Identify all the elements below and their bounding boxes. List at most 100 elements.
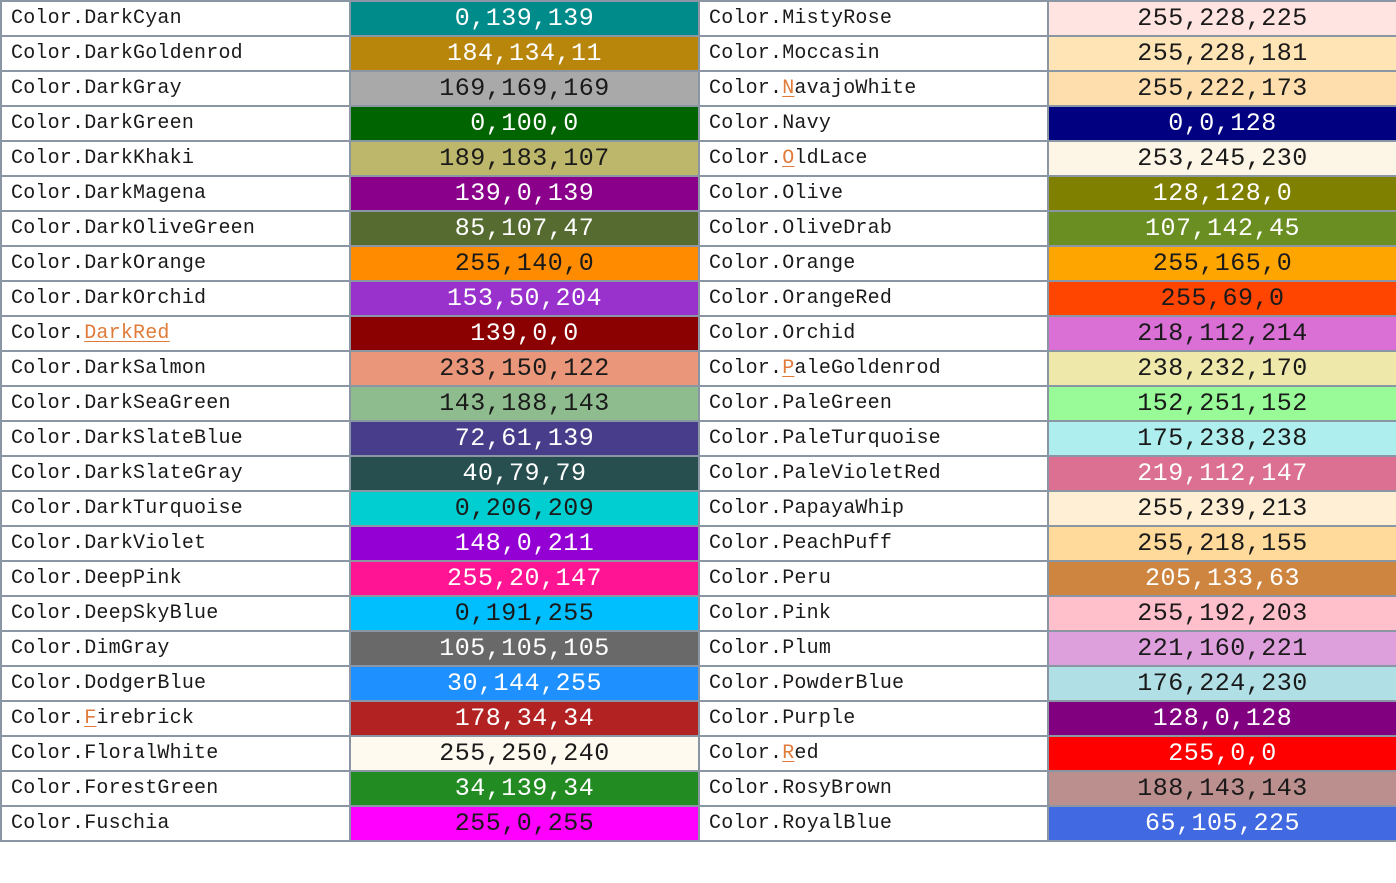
rgb-value: 176,224,230 [1137,669,1308,698]
rgb-value: 128,0,128 [1152,704,1293,733]
color-prefix: Color. [11,357,85,380]
color-swatch-cell: 205,133,63 [1047,560,1396,597]
table-row: Color.ForestGreen 34,139,34 Color.RosyBrow… [0,770,1396,807]
color-name: DodgerBlue [84,672,207,695]
table-row: Color.DeepPink 255,20,147 Color.Peru 205,13… [0,560,1396,597]
color-prefix: Color. [11,287,85,310]
color-name-cell: Color.PaleVioletRed [698,455,1049,492]
color-name-cell: Color.Navy [698,105,1049,142]
rgb-value: 255,228,225 [1137,4,1308,33]
color-swatch-cell: 105,105,105 [349,630,700,667]
color-swatch-cell: 175,238,238 [1047,420,1396,457]
rgb-value: 255,239,213 [1137,494,1308,523]
color-swatch-cell: 152,251,152 [1047,385,1396,422]
rgb-value: 253,245,230 [1137,144,1308,173]
color-name: Pink [782,602,832,625]
table-row: Color.DimGray 105,105,105 Color.Plum 221,16… [0,630,1396,667]
rgb-value: 85,107,47 [454,214,595,243]
color-swatch-cell: 128,128,0 [1047,175,1396,212]
rgb-value: 255,140,0 [454,249,595,278]
color-name-cell: Color.OliveDrab [698,210,1049,247]
rgb-value: 72,61,139 [454,424,595,453]
color-name-cell: Color.DeepPink [0,560,351,597]
highlighted-initial: N [782,77,795,100]
color-prefix: Color. [11,217,85,240]
table-row: Color.DarkOrange 255,140,0 Color.Orange 255… [0,245,1396,282]
color-prefix: Color. [709,637,783,660]
color-name: OldLace [782,147,867,170]
color-name: OrangeRed [782,287,893,310]
color-swatch-cell: 139,0,0 [349,315,700,352]
table-row: Color.FloralWhite 255,250,240 Color.Red 255… [0,735,1396,772]
color-name: RosyBrown [782,777,893,800]
color-prefix: Color. [11,497,85,520]
color-prefix: Color. [709,42,783,65]
rgb-value: 0,0,128 [1168,109,1277,138]
color-name: Plum [782,637,832,660]
color-name: PapayaWhip [782,497,905,520]
table-row: Color.DarkOrchid 153,50,204 Color.OrangeRe… [0,280,1396,317]
color-prefix: Color. [709,392,783,415]
color-prefix: Color. [11,322,85,345]
table-row: Color.DarkKhaki 189,183,107 Color.OldLace 2… [0,140,1396,177]
color-prefix: Color. [11,742,85,765]
color-name: PaleVioletRed [782,462,941,485]
color-name-cell: Color.DarkTurquoise [0,490,351,527]
color-prefix: Color. [709,252,783,275]
color-name-rest: aleGoldenrod [794,357,941,380]
color-prefix: Color. [11,182,85,205]
table-row: Color.DarkCyan 0,139,139 Color.MistyRose 25… [0,0,1396,37]
color-prefix: Color. [709,602,783,625]
color-name-cell: Color.DarkViolet [0,525,351,562]
color-name: MistyRose [782,7,893,30]
color-swatch-cell: 0,0,128 [1047,105,1396,142]
color-name: FloralWhite [84,742,219,765]
table-row: Color.DarkSlateBlue 72,61,139 Color.PaleTu… [0,420,1396,457]
color-swatch-cell: 30,144,255 [349,665,700,702]
rgb-value: 139,0,0 [470,319,579,348]
table-row: Color.DarkRed 139,0,0 Color.Orchid 218,112,… [0,315,1396,352]
rgb-value: 255,0,255 [454,809,595,838]
color-prefix: Color. [709,707,783,730]
color-swatch-cell: 128,0,128 [1047,700,1396,737]
table-row: Color.Fuschia 255,0,255 Color.RoyalBlue 65,… [0,805,1396,842]
color-name: DeepSkyBlue [84,602,219,625]
color-name: Orange [782,252,856,275]
rgb-value: 255,20,147 [446,564,603,593]
color-prefix: Color. [709,497,783,520]
table-row: Color.DarkViolet 148,0,211 Color.PeachPuff… [0,525,1396,562]
color-prefix: Color. [11,147,85,170]
color-prefix: Color. [11,427,85,450]
rgb-value: 189,183,107 [439,144,610,173]
table-row: Color.DarkSlateGray 40,79,79 Color.PaleVio… [0,455,1396,492]
color-name: PaleGreen [782,392,893,415]
color-name: NavajoWhite [782,77,916,100]
color-name-cell: Color.DarkGreen [0,105,351,142]
highlighted-initial: P [782,357,795,380]
rgb-value: 218,112,214 [1137,319,1308,348]
color-name-cell: Color.PaleGoldenrod [698,350,1049,387]
rgb-value: 255,250,240 [439,739,610,768]
rgb-value: 107,142,45 [1144,214,1301,243]
highlighted-initial: O [782,147,795,170]
color-name-cell: Color.DarkRed [0,315,351,352]
rgb-value: 178,34,34 [454,704,595,733]
rgb-value: 105,105,105 [439,634,610,663]
table-row: Color.DarkGoldenrod 184,134,11 Color.Mocca… [0,35,1396,72]
rgb-value: 128,128,0 [1152,179,1293,208]
color-swatch-cell: 255,165,0 [1047,245,1396,282]
color-name: ForestGreen [84,777,219,800]
color-swatch-cell: 40,79,79 [349,455,700,492]
color-swatch-cell: 188,143,143 [1047,770,1396,807]
color-name-cell: Color.Moccasin [698,35,1049,72]
color-swatch-cell: 255,69,0 [1047,280,1396,317]
color-name-cell: Color.DarkSeaGreen [0,385,351,422]
color-name: Olive [782,182,844,205]
rgb-value: 40,79,79 [462,459,587,488]
color-name: Navy [782,112,832,135]
color-prefix: Color. [709,322,783,345]
color-swatch-cell: 253,245,230 [1047,140,1396,177]
color-prefix: Color. [709,427,783,450]
color-name: Fuschia [84,812,170,835]
color-swatch-cell: 255,20,147 [349,560,700,597]
